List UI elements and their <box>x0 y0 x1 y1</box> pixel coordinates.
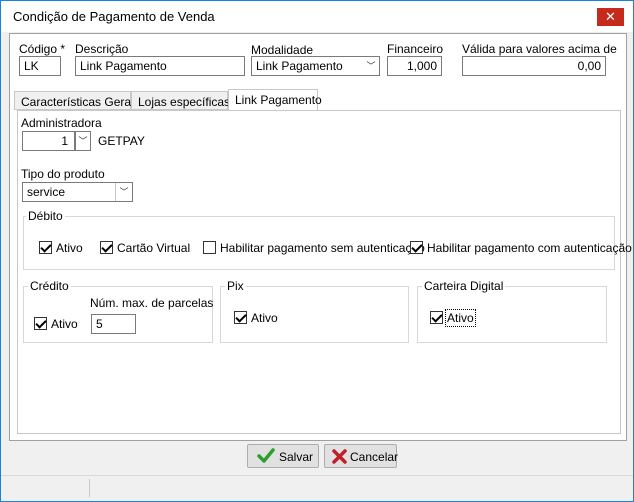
modalidade-value: Link Pagamento <box>256 59 343 73</box>
parcelas-field[interactable]: 5 <box>91 314 136 334</box>
financeiro-label: Financeiro <box>387 42 444 56</box>
credito-ativo-checkbox[interactable] <box>34 317 47 330</box>
cartao-virtual-label: Cartão Virtual <box>117 241 191 255</box>
tab-lojas-especificas[interactable]: Lojas específicas <box>131 91 230 110</box>
pix-legend: Pix <box>225 279 246 293</box>
tab-caracteristicas-gerais[interactable]: Características Gerais <box>14 91 140 110</box>
tab-link-pagamento[interactable]: Link Pagamento <box>228 89 322 110</box>
cartao-virtual-checkbox[interactable] <box>100 241 113 254</box>
modalidade-select[interactable]: Link Pagamento ﹀ <box>251 56 380 76</box>
credito-ativo-label: Ativo <box>51 317 78 331</box>
chevron-down-icon[interactable]: ﹀ <box>363 57 379 75</box>
carteira-digital-legend: Carteira Digital <box>422 279 506 293</box>
tab-panel-link-pagamento: Administradora 1 ﹀ GETPAY Tipo do produt… <box>17 110 632 434</box>
debito-legend: Débito <box>26 209 65 223</box>
tipo-produto-label: Tipo do produto <box>21 167 105 181</box>
administradora-name: GETPAY <box>98 134 145 148</box>
codigo-label: Código * <box>19 42 66 56</box>
carteira-ativo-label: Ativo <box>445 309 476 327</box>
form-area: Código * LK Descrição Link Pagamento Mod… <box>9 33 632 441</box>
descricao-label: Descrição <box>75 42 129 56</box>
carteira-digital-group: Carteira Digital Ativo <box>417 279 607 343</box>
debito-group: Débito Ativo Cartão Virtual Habilitar pa… <box>23 209 632 270</box>
checkmark-icon <box>257 448 275 463</box>
cancel-label: Cancelar <box>350 450 399 464</box>
descricao-field[interactable]: Link Pagamento <box>75 56 245 76</box>
x-icon <box>332 449 347 464</box>
window-title: Condição de Pagamento de Venda <box>13 9 215 24</box>
administradora-label: Administradora <box>21 116 102 130</box>
com-autenticacao-label: Habilitar pagamento com autenticação <box>427 241 632 255</box>
status-bar <box>1 475 633 501</box>
credito-group: Crédito Ativo Núm. max. de parcelas 5 <box>23 279 214 343</box>
chevron-down-icon[interactable]: ﹀ <box>115 183 132 201</box>
tipo-produto-value: service <box>27 185 66 199</box>
tipo-produto-select[interactable]: service ﹀ <box>22 182 133 202</box>
sem-autenticacao-checkbox[interactable] <box>203 241 216 254</box>
debito-ativo-label: Ativo <box>56 241 83 255</box>
administradora-field[interactable]: 1 <box>22 131 75 151</box>
pix-ativo-label: Ativo <box>251 311 278 325</box>
save-label: Salvar <box>279 450 314 464</box>
com-autenticacao-checkbox[interactable] <box>410 241 423 254</box>
close-button[interactable]: ✕ <box>597 8 624 26</box>
chevron-down-icon: ﹀ <box>78 136 88 146</box>
parcelas-label: Núm. max. de parcelas <box>90 296 214 310</box>
valida-field[interactable]: 0,00 <box>462 56 606 76</box>
administradora-dropdown-button[interactable]: ﹀ <box>75 131 91 151</box>
title-bar[interactable]: Condição de Pagamento de Venda ✕ <box>1 1 633 32</box>
close-icon: ✕ <box>605 9 616 24</box>
valida-label: Válida para valores acima de <box>462 42 617 56</box>
pix-ativo-checkbox[interactable] <box>234 311 247 324</box>
carteira-ativo-checkbox[interactable] <box>430 311 443 324</box>
debito-ativo-checkbox[interactable] <box>39 241 52 254</box>
save-button[interactable]: Salvar <box>247 444 319 468</box>
sem-autenticacao-label: Habilitar pagamento sem autenticação <box>220 241 425 255</box>
modalidade-label: Modalidade <box>251 43 314 57</box>
cancel-button[interactable]: Cancelar <box>324 444 399 468</box>
pix-group: Pix Ativo <box>220 279 409 343</box>
credito-legend: Crédito <box>28 279 71 293</box>
status-divider <box>89 479 90 497</box>
financeiro-field[interactable]: 1,000 <box>387 56 442 76</box>
dialog-window: Condição de Pagamento de Venda ✕ Código … <box>0 0 634 502</box>
codigo-field[interactable]: LK <box>19 56 61 76</box>
